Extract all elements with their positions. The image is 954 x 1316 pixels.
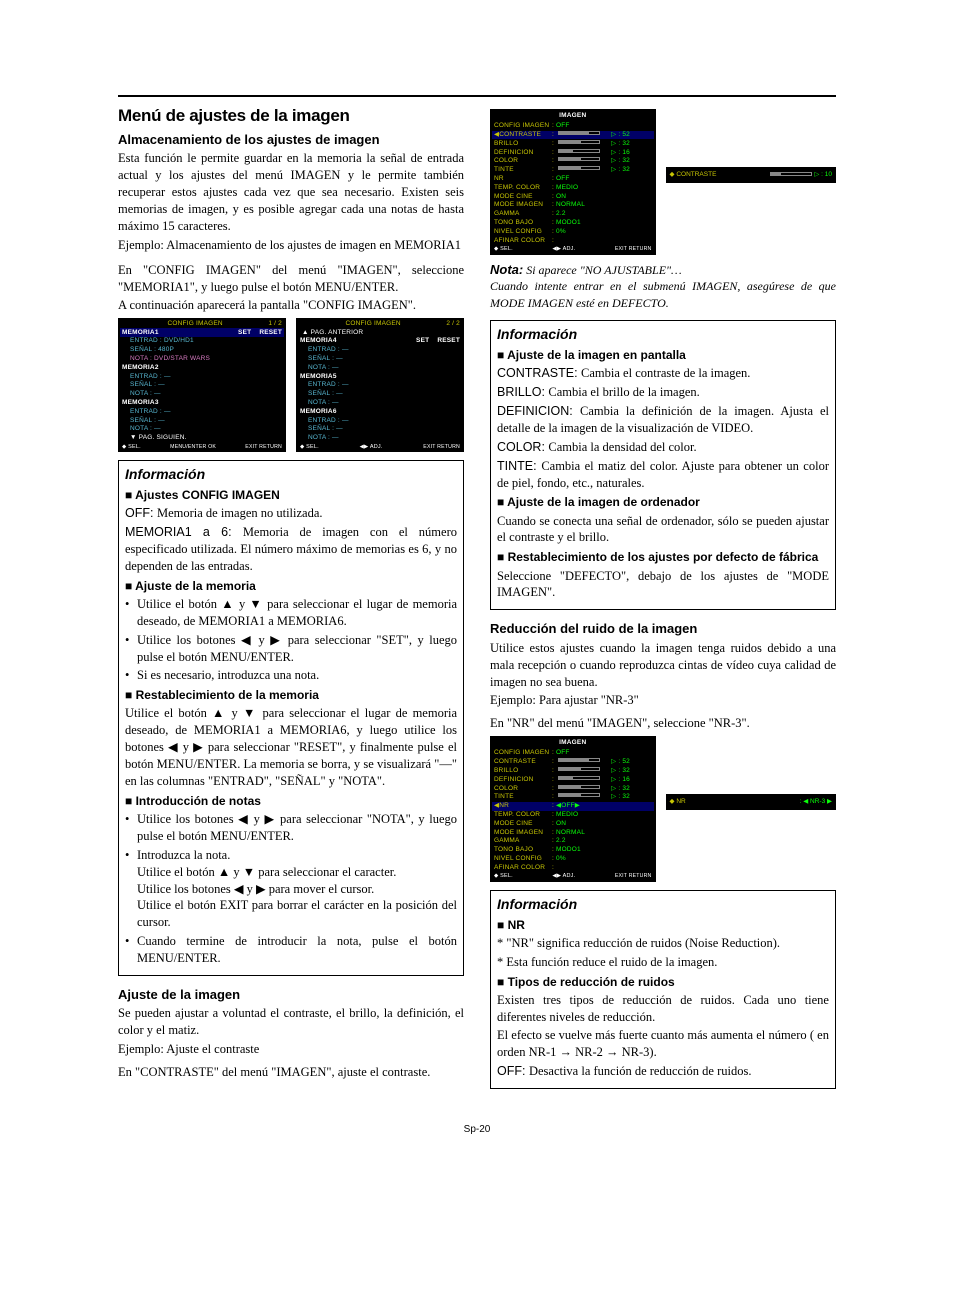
page-title: Menú de ajustes de la imagen (118, 105, 464, 128)
body-text: Seleccione "DEFECTO", debajo de los ajus… (497, 568, 829, 602)
body-text: Se pueden ajustar a voluntad el contrast… (118, 1005, 464, 1039)
osd-config-imagen-1: CONFIG IMAGEN1 / 2 MEMORIA1SET RESET ENT… (118, 318, 286, 452)
info-box-1: Información ■ Ajustes CONFIG IMAGEN OFF:… (118, 460, 464, 976)
osd-side-nr: ◆ NR : ◀ NR-3 ▶ (666, 794, 836, 810)
info-subhead: ■ NR (497, 917, 829, 933)
body-text: Esta función le permite guardar en la me… (118, 150, 464, 234)
body-text: MEMORIA1 a 6: Memoria de imagen con el n… (125, 524, 457, 575)
body-text: * Esta función reduce el ruido de la ima… (497, 954, 829, 971)
info-subhead: ■ Tipos de reducción de ruidos (497, 974, 829, 990)
list-item: Utilice los botones ◀ y ▶ para seleccion… (137, 811, 457, 845)
info-title: Información (125, 465, 457, 484)
body-text: Cuando se conecta una señal de ordenador… (497, 513, 829, 547)
info-box-2: Información ■ Ajuste de la imagen en pan… (490, 320, 836, 610)
info-subhead: ■ Ajuste de la imagen de ordenador (497, 494, 829, 510)
info-title: Información (497, 895, 829, 914)
list-item: Cuando termine de introducir la nota, pu… (137, 933, 457, 967)
list-item: Si es necesario, introduzca una nota. (137, 667, 457, 684)
info-title: Información (497, 325, 829, 344)
body-text: OFF: Desactiva la función de reducción d… (497, 1063, 829, 1080)
body-text: Ejemplo: Ajuste el contraste (118, 1041, 464, 1058)
body-text: DEFINICION: Cambia la definición de la i… (497, 403, 829, 437)
osd-imagen-contraste: IMAGENCONFIG IMAGEN:OFF◀CONTRASTE:▷ : 52… (490, 109, 656, 255)
body-text: TINTE: Cambia el matiz del color. Ajuste… (497, 458, 829, 492)
body-text: En "NR" del menú "IMAGEN", seleccione "N… (490, 715, 836, 732)
osd-side-contraste: ◆ CONTRASTE ▷ : 10 (666, 167, 836, 183)
body-text: En "CONTRASTE" del menú "IMAGEN", ajuste… (118, 1064, 464, 1081)
info-box-3: Información ■ NR * "NR" significa reducc… (490, 890, 836, 1089)
body-text: COLOR: Cambia la densidad del color. (497, 439, 829, 456)
body-text: Existen tres tipos de reducción de ruido… (497, 992, 829, 1026)
info-subhead: ■ Introducción de notas (125, 793, 457, 809)
note-line: Nota: Si aparece "NO AJUSTABLE"… Cuando … (490, 261, 836, 313)
osd-config-imagen-2: CONFIG IMAGEN2 / 2 ▲ PAG. ANTERIOR MEMOR… (296, 318, 464, 452)
section-heading: Almacenamiento de los ajustes de imagen (118, 131, 464, 149)
body-text: A continuación aparecerá la pantalla "CO… (118, 297, 464, 314)
info-subhead: ■ Restablecimiento de los ajustes por de… (497, 549, 829, 565)
page-number: Sp-20 (118, 1123, 836, 1137)
section-heading: Reducción del ruido de la imagen (490, 620, 836, 638)
body-text: El efecto se vuelve más fuerte cuanto má… (497, 1027, 829, 1061)
info-subhead: ■ Ajuste de la memoria (125, 578, 457, 594)
info-subhead: ■ Ajustes CONFIG IMAGEN (125, 487, 457, 503)
body-text: OFF: Memoria de imagen no utilizada. (125, 505, 457, 522)
body-text: En "CONFIG IMAGEN" del menú "IMAGEN", se… (118, 262, 464, 296)
list-item: Utilice el botón ▲ y ▼ para seleccionar … (137, 596, 457, 630)
body-text: * "NR" significa reducción de ruidos (No… (497, 935, 829, 952)
section-heading: Ajuste de la imagen (118, 986, 464, 1004)
list-item: Utilice los botones ◀ y ▶ para seleccion… (137, 632, 457, 666)
body-text: CONTRASTE: Cambia el contraste de la ima… (497, 365, 829, 382)
body-text: Utilice estos ajustes cuando la imagen t… (490, 640, 836, 691)
body-text: Ejemplo: Almacenamiento de los ajustes d… (118, 237, 464, 254)
body-text: Utilice el botón ▲ y ▼ para seleccionar … (125, 705, 457, 789)
info-subhead: ■ Ajuste de la imagen en pantalla (497, 347, 829, 363)
body-text: BRILLO: Cambia el brillo de la imagen. (497, 384, 829, 401)
body-text: Ejemplo: Para ajustar "NR-3" (490, 692, 836, 709)
list-item: Introduzca la nota. Utilice el botón ▲ y… (137, 847, 457, 931)
osd-imagen-nr: IMAGENCONFIG IMAGEN:OFFCONTRASTE:▷ : 52B… (490, 736, 656, 882)
info-subhead: ■ Restablecimiento de la memoria (125, 687, 457, 703)
